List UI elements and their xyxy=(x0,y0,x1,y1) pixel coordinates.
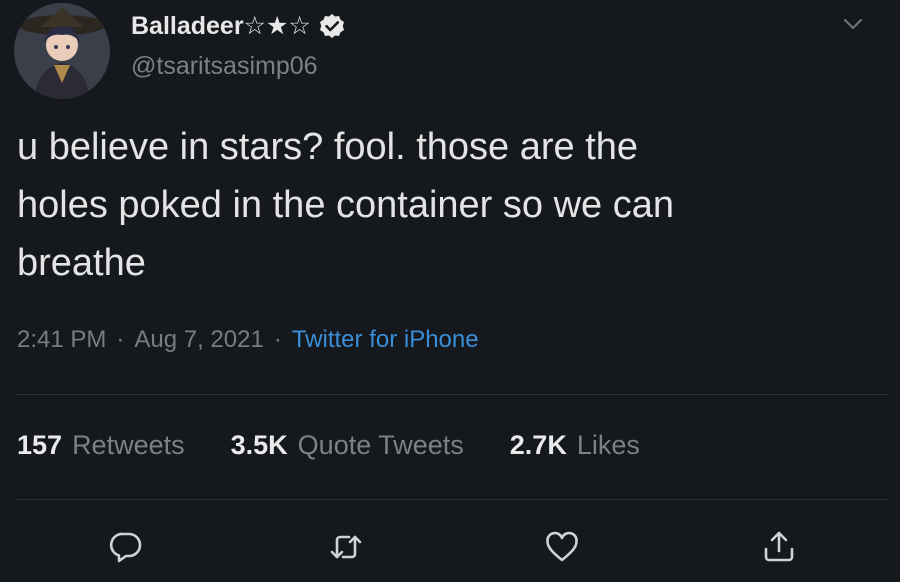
retweet-icon xyxy=(330,535,362,559)
meta-separator: · xyxy=(273,326,282,353)
retweet-button[interactable] xyxy=(326,527,366,567)
likes-count: 2.7K xyxy=(509,430,567,460)
tweet-source-link[interactable]: Twitter for iPhone xyxy=(292,326,479,354)
share-button[interactable] xyxy=(759,527,799,567)
quote-tweets-count: 3.5K xyxy=(230,430,288,460)
tweet-card: Balladeer☆★☆ @tsaritsasimp06 u believe i… xyxy=(0,0,900,582)
display-name[interactable]: Balladeer☆★☆ xyxy=(131,11,311,41)
tweet-meta: 2:41 PM · Aug 7, 2021 · Twitter for iPho… xyxy=(17,326,479,354)
retweets-stat[interactable]: 157 Retweets xyxy=(17,430,185,461)
like-icon xyxy=(546,531,578,562)
display-name-row: Balladeer☆★☆ xyxy=(131,10,345,42)
like-button[interactable] xyxy=(542,527,582,567)
verified-badge-icon xyxy=(319,14,344,38)
divider xyxy=(17,394,887,395)
username[interactable]: @tsaritsasimp06 xyxy=(131,52,318,81)
chevron-down-icon[interactable] xyxy=(842,16,864,32)
quote-tweets-stat[interactable]: 3.5K Quote Tweets xyxy=(231,430,464,461)
divider xyxy=(17,499,887,500)
reply-button[interactable] xyxy=(106,527,146,567)
retweets-count: 157 xyxy=(17,430,63,460)
tweet-text-line: breathe xyxy=(17,242,146,284)
tweet-date[interactable]: Aug 7, 2021 xyxy=(134,326,263,354)
retweets-label: Retweets xyxy=(72,430,185,460)
tweet-text-line: u believe in stars? fool. those are the xyxy=(17,126,639,168)
share-icon xyxy=(764,531,794,562)
likes-stat[interactable]: 2.7K Likes xyxy=(510,430,640,461)
quote-tweets-label: Quote Tweets xyxy=(297,430,464,460)
tweet-text-line: holes poked in the container so we can xyxy=(17,184,674,226)
meta-separator: · xyxy=(116,326,125,353)
likes-label: Likes xyxy=(576,430,640,460)
tweet-text: u believe in stars? fool. those are the … xyxy=(17,118,877,292)
reply-icon xyxy=(109,532,142,563)
avatar[interactable] xyxy=(14,3,110,99)
avatar-image xyxy=(14,3,110,99)
tweet-time[interactable]: 2:41 PM xyxy=(17,326,106,354)
tweet-stats: 157 Retweets 3.5K Quote Tweets 2.7K Like… xyxy=(17,430,686,461)
